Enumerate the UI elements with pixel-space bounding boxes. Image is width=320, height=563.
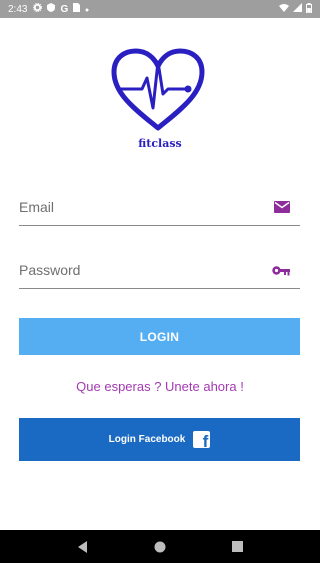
dot-icon	[85, 4, 89, 15]
email-field[interactable]: Email	[19, 196, 300, 226]
google-icon: G	[60, 3, 69, 15]
facebook-login-label: Login Facebook	[108, 434, 186, 445]
navigation-bar	[0, 530, 320, 563]
email-label: Email	[19, 199, 55, 215]
shield-icon	[47, 3, 56, 15]
login-button[interactable]: LOGIN	[19, 318, 300, 355]
brand-name: fitclass	[138, 137, 182, 150]
back-icon[interactable]	[68, 532, 98, 562]
gear-icon	[33, 2, 43, 15]
sim-icon	[73, 3, 81, 15]
signal-icon	[293, 3, 302, 15]
recents-icon[interactable]	[222, 532, 252, 562]
mail-icon	[274, 200, 290, 218]
password-field[interactable]: Password	[19, 259, 300, 289]
facebook-icon: f	[193, 431, 211, 448]
status-time: 2:43	[8, 3, 28, 15]
home-icon[interactable]	[145, 532, 175, 562]
signup-link[interactable]: Que esperas ? Unete ahora !	[0, 379, 320, 394]
battery-icon	[306, 2, 312, 16]
wifi-icon	[279, 3, 289, 15]
heart-pulse-icon	[108, 46, 208, 136]
facebook-login-button[interactable]: Login Facebook f	[19, 418, 300, 461]
password-label: Password	[19, 262, 81, 278]
status-bar: 2:43 G	[0, 0, 320, 18]
key-icon	[272, 263, 290, 281]
